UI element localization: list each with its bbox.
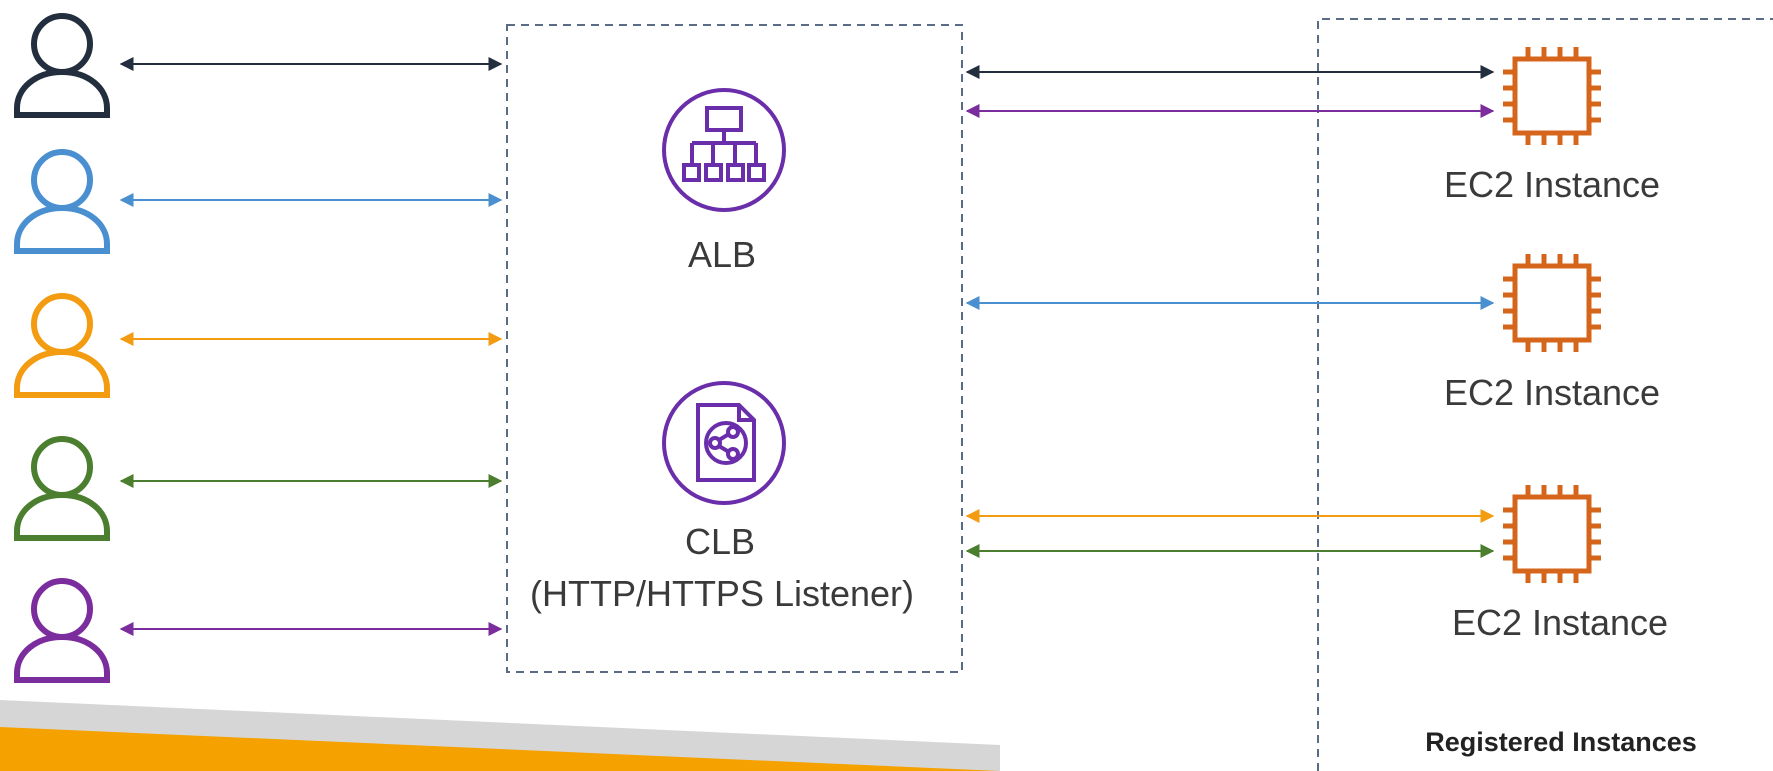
ec2-instance-label-2: EC2 Instance: [1443, 372, 1661, 413]
users-column: [14, 13, 110, 683]
ec2-instance-label-1: EC2 Instance: [1443, 164, 1661, 205]
user-icon: [14, 293, 110, 398]
classic-load-balancer-icon: [662, 381, 786, 505]
lb-to-instance-connections: [965, 65, 1495, 558]
ec2-instance-label-3: EC2 Instance: [1451, 602, 1669, 643]
user-icon: [14, 149, 110, 254]
user-icon: [14, 13, 110, 118]
user-icon: [14, 436, 110, 541]
ec2-instances: [1503, 47, 1601, 583]
ec2-chip-icon: [1503, 254, 1601, 352]
application-load-balancer-icon: [662, 88, 786, 212]
ec2-chip-icon: [1503, 485, 1601, 583]
alb-label: ALB: [687, 234, 757, 275]
ec2-chip-icon: [1503, 47, 1601, 145]
registered-instances-label: Registered Instances: [1425, 727, 1697, 757]
clb-sublabel: (HTTP/HTTPS Listener): [529, 573, 915, 614]
user-icon: [14, 578, 110, 683]
clb-label: CLB: [684, 521, 756, 562]
user-to-lb-connections: [119, 57, 503, 636]
